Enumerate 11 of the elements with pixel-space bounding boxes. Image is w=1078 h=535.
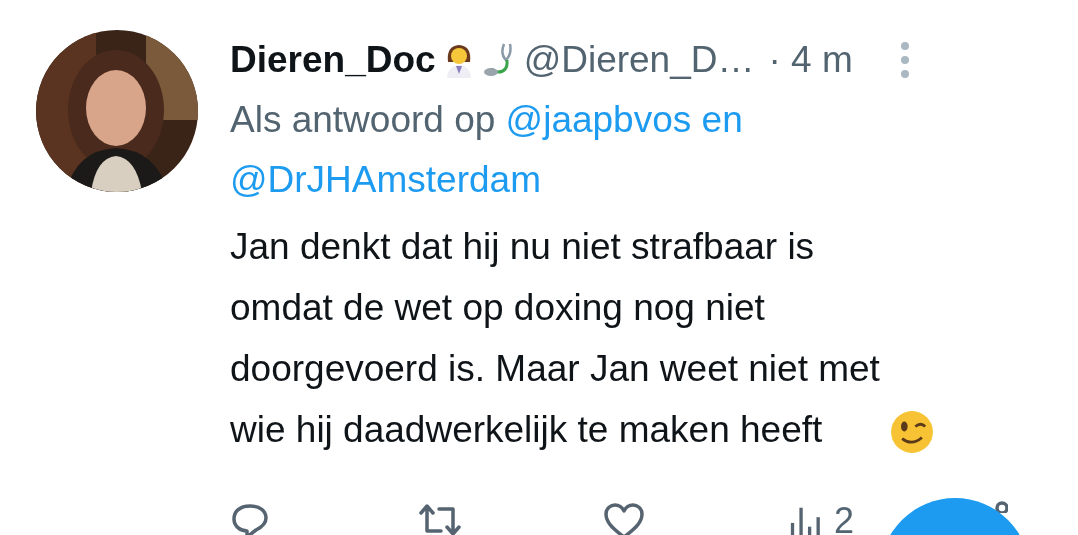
display-name[interactable]: Dieren_Doc — [230, 39, 436, 81]
views-button[interactable]: 2 — [788, 500, 855, 535]
reply-label: Als antwoord op — [230, 99, 496, 140]
heart-icon[interactable] — [602, 501, 646, 535]
retweet-icon[interactable] — [416, 501, 464, 535]
user-handle[interactable]: @Dieren_D… — [523, 39, 755, 81]
winking-face-icon — [889, 410, 934, 454]
reply-icon[interactable] — [230, 501, 270, 535]
share-icon[interactable] — [992, 501, 1008, 513]
timestamp: · 4 m — [768, 39, 853, 81]
tweet-text: Jan denkt dat hij nu niet strafbaar is omdat de wet op doxing nog niet doorgevoerd is. Maar Jan weet niet met wie hij daadwerkelijk te maken heeft — [230, 225, 880, 452]
